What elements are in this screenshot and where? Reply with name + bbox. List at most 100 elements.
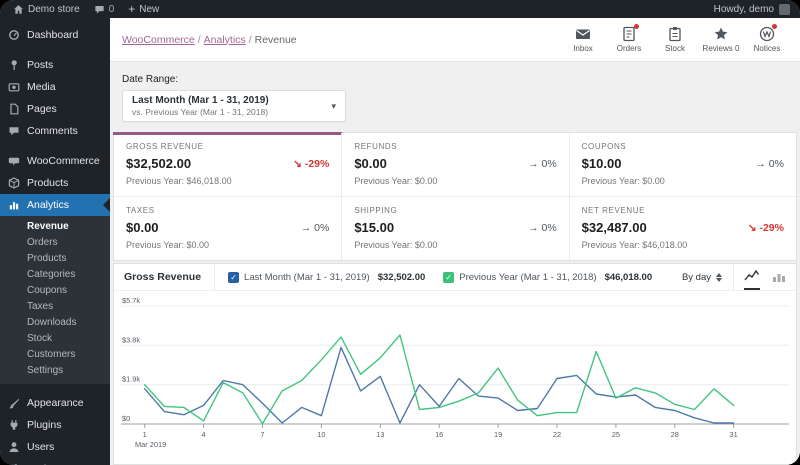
card-label: Taxes	[126, 206, 155, 215]
woocommerce-icon	[8, 155, 20, 167]
sidebar-item-users[interactable]: Users	[0, 436, 110, 458]
sidebar-item-woocommerce[interactable]: WooCommerce	[0, 150, 110, 172]
site-name-menu[interactable]: Demo store	[6, 0, 87, 18]
howdy-account-menu[interactable]: Howdy, demo	[714, 4, 774, 15]
trend-down-delta: ↘ -29%	[293, 157, 330, 170]
sort-carets-icon	[716, 272, 722, 282]
sidebar-item-appearance[interactable]: Appearance	[0, 392, 110, 414]
chart-panel: Gross Revenue ✓ Last Month (Mar 1 - 31, …	[113, 263, 797, 465]
svg-text:31: 31	[730, 430, 738, 439]
card-value: $15.00	[354, 220, 395, 235]
comment-bubble-icon	[95, 5, 104, 14]
card-label: Net Revenue	[581, 206, 646, 215]
inbox-button[interactable]: Inbox	[560, 26, 606, 53]
submenu-item-customers[interactable]: Customers	[0, 347, 110, 363]
avatar	[779, 3, 790, 15]
checkbox-checked-icon: ✓	[443, 271, 455, 283]
gauge-icon	[8, 29, 20, 41]
sidebar-label: Comments	[27, 125, 78, 137]
date-range-select[interactable]: Last Month (Mar 1 - 31, 2019) vs. Previo…	[122, 90, 346, 122]
breadcrumb-link-analytics[interactable]: Analytics	[204, 34, 246, 46]
orders-button[interactable]: Orders	[606, 24, 652, 53]
legend-item-last-month[interactable]: ✓ Last Month (Mar 1 - 31, 2019) $32,502.…	[228, 271, 426, 283]
submenu-item-settings[interactable]: Settings	[0, 363, 110, 379]
admin-sidebar: Dashboard Posts Media Pages Comments Woo…	[0, 18, 110, 465]
sidebar-item-dashboard[interactable]: Dashboard	[0, 24, 110, 46]
card-gross-revenue[interactable]: Gross Revenue $32,502.00 ↘ -29% Previous…	[112, 132, 343, 196]
summary-cards: Gross Revenue $32,502.00 ↘ -29% Previous…	[112, 132, 797, 261]
legend-value: $32,502.00	[377, 271, 426, 283]
camera-icon	[8, 81, 20, 93]
card-previous: Previous Year: $0.00	[354, 176, 438, 186]
card-label: Gross Revenue	[126, 142, 204, 151]
action-label: Notices	[753, 44, 781, 53]
legend-label: Last Month (Mar 1 - 31, 2019)	[244, 271, 370, 283]
new-content-menu[interactable]: + New	[121, 0, 166, 18]
svg-text:$0: $0	[122, 414, 130, 423]
comment-bubble-icon	[8, 125, 20, 137]
chart-title: Gross Revenue	[114, 264, 216, 290]
submenu-item-revenue[interactable]: Revenue	[0, 219, 110, 235]
card-value: $10.00	[581, 156, 622, 171]
card-net-revenue[interactable]: Net Revenue $32,487.00 ↘ -29% Previous Y…	[568, 196, 796, 260]
submenu-item-downloads[interactable]: Downloads	[0, 315, 110, 331]
date-range-label: Date Range:	[122, 74, 179, 85]
submenu-item-orders[interactable]: Orders	[0, 235, 110, 251]
svg-text:$1.9k: $1.9k	[122, 375, 140, 384]
sidebar-item-comments[interactable]: Comments	[0, 120, 110, 142]
active-menu-arrow-icon	[103, 198, 110, 212]
submenu-item-coupons[interactable]: Coupons	[0, 283, 110, 299]
bar-chart-type-button[interactable]	[772, 264, 786, 290]
submenu-item-products[interactable]: Products	[0, 251, 110, 267]
breadcrumb-separator: /	[248, 33, 252, 46]
bar-chart-icon	[773, 274, 785, 282]
breadcrumb-link-woocommerce[interactable]: WooCommerce	[122, 34, 195, 46]
trend-flat-delta: → 0%	[300, 221, 330, 234]
sidebar-item-analytics[interactable]: Analytics	[0, 194, 110, 216]
action-label: Reviews 0	[702, 44, 740, 53]
inbox-icon	[576, 29, 590, 39]
interval-select[interactable]: By day	[671, 272, 733, 283]
svg-text:13: 13	[376, 430, 384, 439]
svg-text:25: 25	[612, 430, 620, 439]
svg-text:16: 16	[435, 430, 443, 439]
clipboard-icon	[669, 27, 681, 42]
legend-label: Previous Year (Mar 1 - 31, 2018)	[459, 271, 597, 283]
sidebar-item-pages[interactable]: Pages	[0, 98, 110, 120]
chevron-down-icon: ▾	[331, 100, 336, 111]
sidebar-item-plugins[interactable]: Plugins	[0, 414, 110, 436]
stock-button[interactable]: Stock	[652, 26, 698, 53]
sidebar-item-posts[interactable]: Posts	[0, 54, 110, 76]
sidebar-label: Dashboard	[27, 29, 79, 41]
sidebar-item-tools[interactable]: Tools	[0, 458, 110, 465]
analytics-submenu: Revenue Orders Products Categories Coupo…	[0, 216, 110, 384]
card-coupons[interactable]: Coupons $10.00 → 0% Previous Year: $0.00	[568, 133, 796, 196]
sidebar-item-products[interactable]: Products	[0, 172, 110, 194]
svg-text:$5.7k: $5.7k	[122, 296, 140, 305]
line-chart-type-button[interactable]	[744, 264, 760, 290]
card-previous: Previous Year: $46,018.00	[581, 240, 688, 250]
card-shipping[interactable]: Shipping $15.00 → 0% Previous Year: $0.0…	[341, 196, 569, 260]
submenu-item-taxes[interactable]: Taxes	[0, 299, 110, 315]
checkbox-checked-icon: ✓	[228, 271, 240, 283]
reviews-button[interactable]: Reviews 0	[698, 26, 744, 53]
sidebar-item-media[interactable]: Media	[0, 76, 110, 98]
card-value: $32,487.00	[581, 220, 647, 235]
star-icon	[714, 27, 728, 40]
trend-flat-delta: → 0%	[755, 157, 784, 170]
submenu-item-categories[interactable]: Categories	[0, 267, 110, 283]
header-actions: Inbox Orders Stock Reviews 0 Notices	[560, 24, 790, 53]
comment-count: 0	[108, 3, 115, 15]
notices-button[interactable]: Notices	[744, 24, 790, 53]
date-range-secondary: vs. Previous Year (Mar 1 - 31, 2018)	[132, 107, 269, 117]
legend-value: $46,018.00	[604, 271, 653, 283]
card-refunds[interactable]: Refunds $0.00 → 0% Previous Year: $0.00	[341, 133, 568, 196]
submenu-item-stock[interactable]: Stock	[0, 331, 110, 347]
legend-item-previous-year[interactable]: ✓ Previous Year (Mar 1 - 31, 2018) $46,0…	[443, 271, 653, 283]
card-taxes[interactable]: Taxes $0.00 → 0% Previous Year: $0.00	[114, 196, 342, 260]
svg-text:19: 19	[494, 430, 502, 439]
card-label: Coupons	[581, 142, 627, 151]
date-range-primary: Last Month (Mar 1 - 31, 2019)	[132, 95, 269, 106]
comments-menu[interactable]: 0	[87, 0, 122, 18]
app-window: Demo store 0 + New Howdy, demo Dashboard…	[0, 0, 800, 465]
